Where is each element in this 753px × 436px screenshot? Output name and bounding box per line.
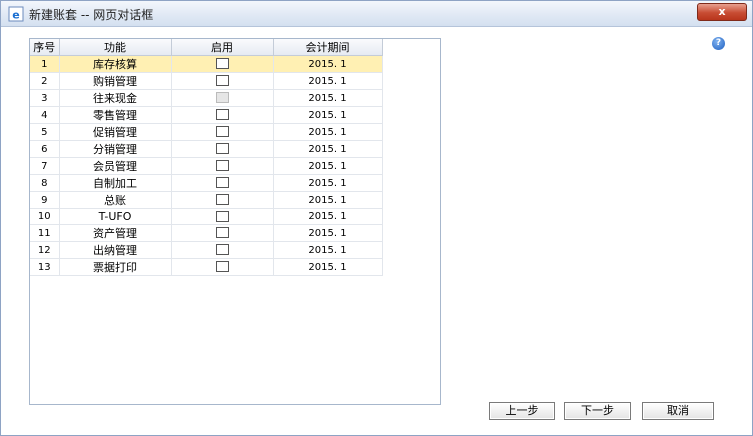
enable-checkbox[interactable] [215,210,229,222]
row-function[interactable]: 促销管理 [59,123,172,141]
enable-checkbox[interactable] [215,160,229,172]
row-number: 9 [30,191,60,209]
table-row[interactable]: 8 自制加工 2015. 1 [30,174,383,192]
row-function[interactable]: 分销管理 [59,140,172,158]
row-function[interactable]: 总账 [59,191,172,209]
row-enabled-cell [171,241,274,259]
window-title: 新建账套 -- 网页对话框 [29,8,154,22]
row-function[interactable]: 出纳管理 [59,241,172,259]
close-button[interactable]: x [697,3,747,21]
enable-checkbox[interactable] [215,177,229,189]
row-period: 2015. 1 [273,224,383,242]
header-function[interactable]: 功能 [59,39,172,56]
row-number: 6 [30,140,60,158]
row-number: 2 [30,72,60,90]
table-row[interactable]: 2 购销管理 2015. 1 [30,72,383,90]
row-period: 2015. 1 [273,106,383,124]
row-period: 2015. 1 [273,55,383,73]
table-row[interactable]: 6 分销管理 2015. 1 [30,140,383,158]
enable-checkbox[interactable] [215,143,229,155]
cancel-button[interactable]: 取消 [642,402,714,420]
enable-checkbox[interactable] [215,194,229,206]
row-number: 13 [30,258,60,276]
row-function[interactable]: 购销管理 [59,72,172,90]
row-enabled-cell [171,258,274,276]
row-number: 1 [30,55,60,73]
row-enabled-cell [171,55,274,73]
row-period: 2015. 1 [273,157,383,175]
row-function[interactable]: 票据打印 [59,258,172,276]
row-period: 2015. 1 [273,140,383,158]
enable-checkbox [215,92,229,104]
table-row[interactable]: 11 资产管理 2015. 1 [30,224,383,242]
row-enabled-cell [171,123,274,141]
header-enabled[interactable]: 启用 [171,39,274,56]
row-function[interactable]: 自制加工 [59,174,172,192]
module-table: 序号 功能 启用 会计期间 1 库存核算 2015. 1 2 购销管理 2015. 13往… [30,39,383,276]
row-number: 5 [30,123,60,141]
table-row[interactable]: 4 零售管理 2015. 1 [30,106,383,124]
row-number: 11 [30,224,60,242]
table-row[interactable]: 7 会员管理 2015. 1 [30,157,383,175]
row-enabled-cell [171,89,274,107]
table-row[interactable]: 5 促销管理 2015. 1 [30,123,383,141]
title-bar[interactable]: e 新建账套 -- 网页对话框 x [1,1,752,27]
module-grid: 序号 功能 启用 会计期间 1 库存核算 2015. 1 2 购销管理 2015. 13往… [29,38,441,405]
row-enabled-cell [171,208,274,225]
help-icon[interactable]: ? [712,37,725,50]
row-enabled-cell [171,140,274,158]
next-step-button[interactable]: 下一步 [564,402,631,420]
svg-text:e: e [12,9,19,22]
dialog-window: e 新建账套 -- 网页对话框 x ? 序号 功能 启用 会计期间 1 库存核算 2… [0,0,753,436]
enable-checkbox[interactable] [215,58,229,70]
row-number: 3 [30,89,60,107]
row-period: 2015. 1 [273,174,383,192]
enable-checkbox[interactable] [215,261,229,273]
row-enabled-cell [171,191,274,209]
row-number: 8 [30,174,60,192]
table-row[interactable]: 10 T-UFO 2015. 1 [30,208,383,225]
row-period: 2015. 1 [273,89,383,107]
row-function[interactable]: T-UFO [59,208,172,225]
row-function[interactable]: 会员管理 [59,157,172,175]
row-enabled-cell [171,157,274,175]
header-period[interactable]: 会计期间 [273,39,383,56]
table-row[interactable]: 12 出纳管理 2015. 1 [30,241,383,259]
table-row[interactable]: 9 总账 2015. 1 [30,191,383,209]
enable-checkbox[interactable] [215,75,229,87]
row-function[interactable]: 往来现金 [59,89,172,107]
row-number: 7 [30,157,60,175]
row-period: 2015. 1 [273,208,383,225]
row-enabled-cell [171,224,274,242]
table-row[interactable]: 1 库存核算 2015. 1 [30,55,383,73]
row-number: 12 [30,241,60,259]
table-row[interactable]: 13 票据打印 2015. 1 [30,258,383,276]
enable-checkbox[interactable] [215,109,229,121]
row-function[interactable]: 资产管理 [59,224,172,242]
row-enabled-cell [171,106,274,124]
header-no[interactable]: 序号 [30,39,60,56]
row-enabled-cell [171,174,274,192]
row-period: 2015. 1 [273,241,383,259]
table-row[interactable]: 3 往来现金 2015. 1 [30,89,383,107]
enable-checkbox[interactable] [215,126,229,138]
prev-step-button[interactable]: 上一步 [489,402,555,420]
table-header-row: 序号 功能 启用 会计期间 [30,39,383,56]
enable-checkbox[interactable] [215,244,229,256]
ie-page-icon: e [8,6,24,22]
row-period: 2015. 1 [273,191,383,209]
enable-checkbox[interactable] [215,227,229,239]
row-enabled-cell [171,72,274,90]
row-period: 2015. 1 [273,258,383,276]
row-function[interactable]: 零售管理 [59,106,172,124]
row-function[interactable]: 库存核算 [59,55,172,73]
row-number: 4 [30,106,60,124]
row-period: 2015. 1 [273,72,383,90]
row-number: 10 [30,208,60,225]
row-period: 2015. 1 [273,123,383,141]
